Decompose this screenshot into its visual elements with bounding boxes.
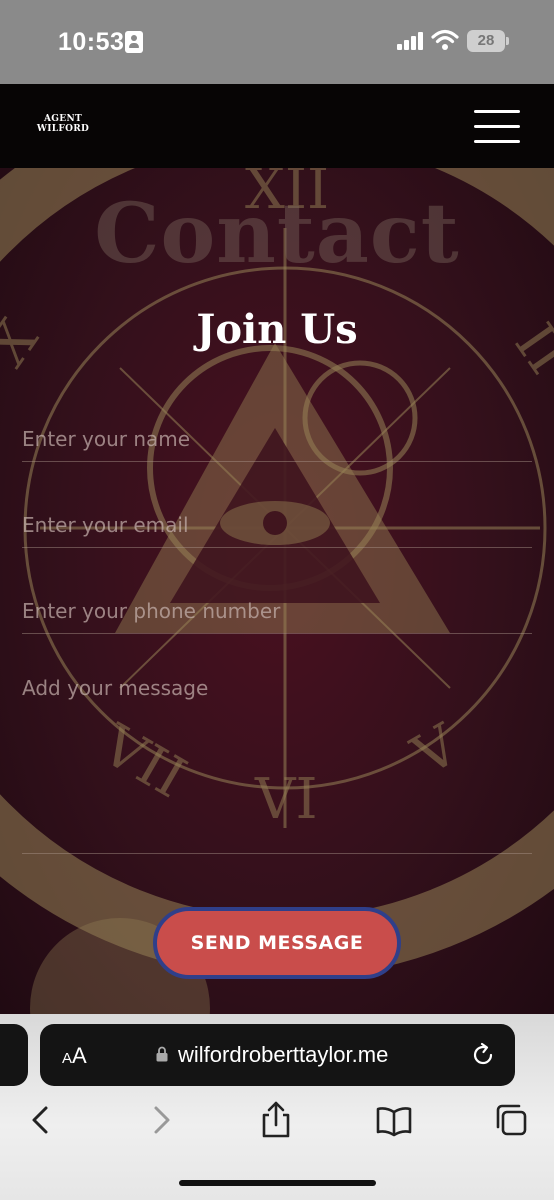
bookmarks-icon[interactable]	[374, 1100, 414, 1140]
text-size-small-a: A	[62, 1050, 73, 1067]
lock-icon	[156, 1046, 168, 1062]
forward-icon[interactable]	[140, 1100, 180, 1140]
previous-tab-preview[interactable]	[0, 1024, 28, 1086]
browser-bar: AA wilfordroberttaylor.me	[0, 1014, 554, 1200]
share-icon[interactable]	[256, 1100, 296, 1140]
site-logo[interactable]: AGENT WILFORD	[30, 114, 96, 134]
name-field[interactable]	[22, 416, 532, 462]
address-bar[interactable]: AA wilfordroberttaylor.me	[40, 1024, 515, 1086]
home-indicator[interactable]	[179, 1180, 376, 1186]
url-text[interactable]: wilfordroberttaylor.me	[178, 1042, 388, 1068]
text-size-button[interactable]: AA	[62, 1043, 87, 1069]
back-icon[interactable]	[22, 1100, 62, 1140]
message-textarea[interactable]	[22, 674, 532, 853]
email-field[interactable]	[22, 502, 532, 548]
site-header: AGENT WILFORD	[0, 84, 554, 168]
cellular-signal-icon	[397, 32, 425, 50]
battery-level: 28	[477, 32, 495, 49]
send-message-button[interactable]: SEND MESSAGE	[153, 907, 401, 979]
battery-icon: 28	[467, 30, 509, 52]
status-time: 10:53	[58, 28, 125, 56]
name-input[interactable]	[22, 416, 532, 461]
wifi-icon	[431, 29, 459, 50]
phone-input[interactable]	[22, 588, 532, 633]
status-bar: 10:53 28	[0, 0, 554, 84]
text-size-large-a: A	[72, 1043, 87, 1068]
background-heading: Contact	[94, 186, 460, 282]
email-input[interactable]	[22, 502, 532, 547]
tabs-icon[interactable]	[492, 1100, 532, 1140]
hamburger-menu-icon[interactable]	[474, 110, 520, 144]
phone-field[interactable]	[22, 588, 532, 634]
logo-line-1: AGENT	[44, 114, 82, 124]
id-card-icon	[125, 31, 143, 53]
form-title: Join Us	[196, 306, 358, 353]
reload-icon[interactable]	[470, 1042, 496, 1068]
message-field[interactable]	[22, 674, 532, 854]
logo-line-2: WILFORD	[36, 124, 90, 134]
contact-section: XII VI VII V X II Contact Join Us SEND M…	[0, 168, 554, 1014]
